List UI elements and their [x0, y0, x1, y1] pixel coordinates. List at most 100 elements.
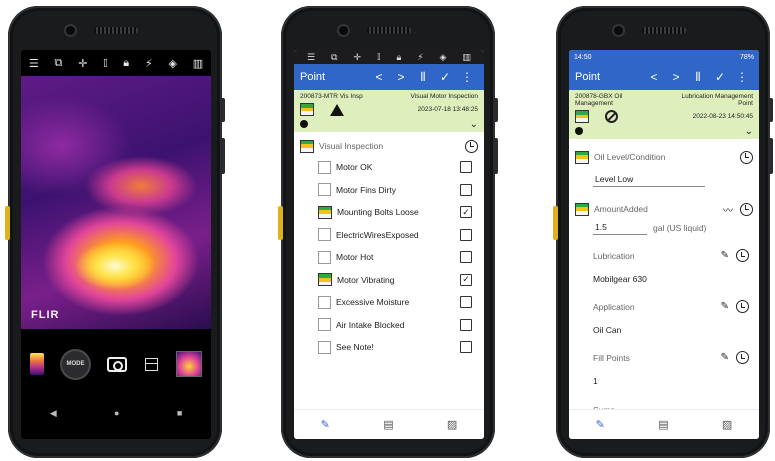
image-icon[interactable]: ▨	[447, 418, 457, 431]
palette-icon[interactable]	[30, 353, 44, 375]
previous-icon[interactable]: <	[643, 70, 665, 84]
warning-icon	[330, 103, 344, 116]
next-icon[interactable]: >	[665, 70, 687, 84]
checkbox[interactable]	[460, 183, 472, 196]
barcode-scan-icon[interactable]: ⦀	[687, 70, 709, 85]
checkbox[interactable]	[460, 161, 472, 174]
checkbox[interactable]	[460, 251, 472, 264]
recents-icon[interactable]: ■	[177, 408, 182, 418]
crosshair-icon[interactable]: ✛	[353, 52, 361, 63]
status-bar: 14:50 78%	[569, 50, 759, 64]
checkbox[interactable]	[460, 228, 472, 241]
menu-icon[interactable]: ☰	[307, 52, 315, 63]
checklist-item-label: Motor Vibrating	[337, 274, 395, 285]
checkbox[interactable]	[460, 318, 472, 331]
notes-icon[interactable]: ▤	[383, 418, 393, 431]
barcode-scan-icon[interactable]: ⦀	[412, 70, 434, 85]
history-icon[interactable]	[465, 139, 478, 153]
check-icon[interactable]: ✓	[434, 70, 456, 84]
checklist-item[interactable]: Motor Hot	[294, 246, 484, 269]
overflow-menu-icon[interactable]: ⋮	[731, 70, 753, 84]
side-button	[493, 138, 498, 174]
front-camera	[339, 26, 348, 35]
gallery-thumbnail[interactable]	[176, 351, 202, 377]
next-icon[interactable]: >	[390, 70, 412, 84]
checklist-item[interactable]: ElectricWiresExposed	[294, 224, 484, 247]
pencil-icon[interactable]: ✎	[721, 250, 729, 261]
checklist-item[interactable]: Motor OK	[294, 156, 484, 179]
menu-icon[interactable]: ☰	[29, 57, 39, 70]
barcode-icon[interactable]: ▥	[193, 57, 203, 70]
pencil-icon[interactable]: ✎	[721, 352, 729, 363]
lock-icon[interactable]: 🔒︎	[123, 57, 129, 70]
amount-header: AmountAdded 〰	[569, 195, 759, 217]
no-flash-icon[interactable]: ⚡︎	[417, 52, 423, 63]
trend-icon[interactable]: 〰	[723, 202, 733, 217]
gallery-icon[interactable]: ◈	[168, 57, 176, 70]
condition-tag-icon	[575, 202, 589, 216]
checkbox[interactable]	[460, 341, 472, 354]
condition-tag-icon	[575, 110, 589, 123]
phone-lubrication: 14:50 78% Point < > ⦀ ✓ ⋮ 200878-GBX Oil…	[553, 6, 773, 458]
side-button	[220, 138, 225, 174]
shutter-icon[interactable]	[107, 356, 127, 372]
crosshair-icon[interactable]: ✛	[78, 57, 87, 70]
checklist-item[interactable]: Motor Fins Dirty	[294, 179, 484, 202]
side-button	[768, 138, 773, 174]
chevron-down-icon[interactable]: ⌄	[745, 126, 753, 137]
side-button	[768, 98, 773, 122]
status-dot	[575, 127, 583, 135]
previous-icon[interactable]: <	[368, 70, 390, 84]
edit-note-icon[interactable]: ✎	[321, 418, 330, 431]
checklist-item[interactable]: Mounting Bolts Loose ✓	[294, 201, 484, 224]
amount-field[interactable]: 1.5	[593, 220, 647, 235]
checkbox[interactable]	[460, 296, 472, 309]
checkbox-checked[interactable]: ✓	[460, 206, 472, 219]
home-icon[interactable]: ●	[114, 408, 119, 418]
pencil-icon[interactable]: ✎	[721, 301, 729, 312]
notes-icon[interactable]: ▤	[658, 418, 668, 431]
oil-level-field[interactable]: Level Low	[593, 172, 705, 187]
page-title: Point	[575, 71, 601, 83]
history-icon[interactable]	[736, 351, 749, 364]
copy-icon[interactable]: ⧉	[55, 57, 63, 70]
history-icon[interactable]	[736, 249, 749, 262]
prohibited-icon	[605, 110, 618, 123]
checklist-item[interactable]: See Note!	[294, 336, 484, 359]
side-button	[278, 206, 283, 240]
earpiece-speaker	[367, 27, 411, 34]
copy-icon[interactable]: ⧉	[331, 52, 337, 63]
lock-icon[interactable]: 🔒︎	[396, 52, 401, 63]
edit-note-icon[interactable]: ✎	[596, 418, 605, 431]
history-icon[interactable]	[736, 300, 749, 313]
history-icon[interactable]	[740, 202, 753, 216]
oil-level-label: Oil Level/Condition	[594, 152, 666, 162]
barcode-icon[interactable]: ▥	[462, 52, 471, 63]
back-icon[interactable]: ◀	[50, 408, 57, 419]
checklist-item-label: Motor Hot	[336, 252, 374, 263]
thermometer-icon[interactable]: 𝕀	[103, 57, 107, 70]
checkbox-checked[interactable]: ✓	[460, 273, 472, 286]
checklist-item[interactable]: Motor Vibrating ✓	[294, 269, 484, 292]
no-flash-icon[interactable]: ⚡︎	[145, 57, 153, 70]
mode-button[interactable]: MODE	[62, 350, 89, 378]
side-button	[493, 98, 498, 122]
checklist-item-label: Mounting Bolts Loose	[337, 207, 419, 218]
side-button	[5, 206, 10, 240]
camera-controls: MODE	[21, 340, 211, 388]
history-icon[interactable]	[740, 150, 753, 164]
application-value: Oil Can	[593, 325, 622, 335]
checklist-item-label: ElectricWiresExposed	[336, 229, 419, 240]
checklist-item[interactable]: Air Intake Blocked	[294, 314, 484, 337]
fill-points-label: Fill Points	[593, 352, 630, 363]
image-icon[interactable]: ▨	[722, 418, 732, 431]
chevron-down-icon[interactable]: ⌄	[470, 119, 478, 130]
empty-tag-icon	[318, 250, 331, 264]
thermometer-icon[interactable]: 𝕀	[377, 52, 381, 63]
split-view-icon[interactable]	[145, 357, 158, 371]
gallery-icon[interactable]: ◈	[440, 52, 447, 63]
check-icon[interactable]: ✓	[709, 70, 731, 84]
checklist-item[interactable]: Excessive Moisture	[294, 291, 484, 314]
overflow-menu-icon[interactable]: ⋮	[456, 70, 478, 84]
condition-tag-icon	[318, 273, 332, 287]
